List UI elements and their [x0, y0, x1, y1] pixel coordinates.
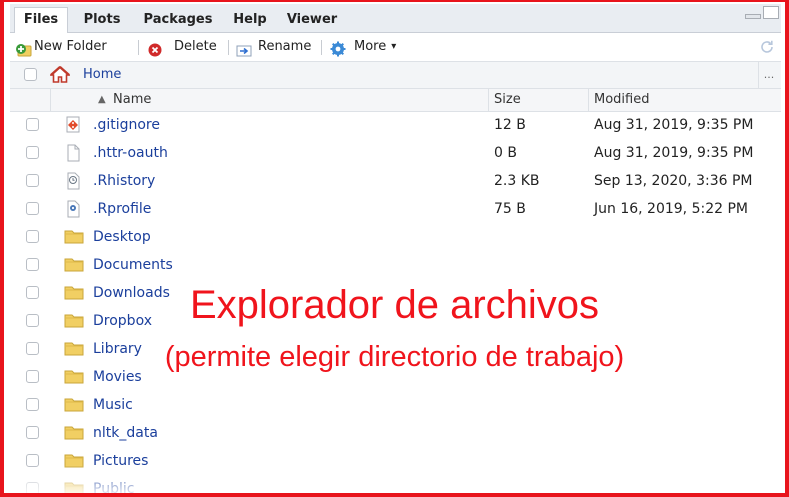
table-row[interactable]: Desktop: [10, 223, 781, 251]
git-icon: [64, 116, 82, 133]
column-divider: [588, 89, 589, 111]
more-label: More: [354, 39, 387, 54]
table-row[interactable]: Documents: [10, 251, 781, 279]
table-row[interactable]: Pictures: [10, 447, 781, 475]
column-divider: [488, 89, 489, 111]
tab-packages[interactable]: Packages: [138, 8, 218, 32]
select-all-checkbox[interactable]: [24, 68, 37, 81]
row-checkbox[interactable]: [26, 258, 39, 271]
row-checkbox[interactable]: [26, 174, 39, 187]
table-row[interactable]: Public: [10, 475, 781, 493]
file-list-header: ▲ Name Size Modified: [10, 89, 781, 112]
column-header-size[interactable]: Size: [494, 89, 521, 111]
rename-button[interactable]: Rename: [236, 33, 311, 61]
row-checkbox[interactable]: [26, 454, 39, 467]
minimize-pane-icon[interactable]: [745, 14, 761, 19]
toolbar-divider: [138, 40, 139, 55]
chevron-down-icon: ▾: [391, 41, 397, 52]
file-size: 0 B: [494, 145, 517, 161]
delete-icon: [148, 40, 162, 57]
new-folder-button[interactable]: New Folder: [16, 33, 107, 61]
home-icon[interactable]: [48, 65, 72, 87]
new-folder-label: New Folder: [34, 39, 107, 54]
tab-help[interactable]: Help: [230, 8, 270, 32]
new-folder-icon: [16, 40, 32, 57]
table-row[interactable]: Music: [10, 391, 781, 419]
file-icon: [64, 144, 82, 162]
file-modified: Jun 16, 2019, 5:22 PM: [594, 201, 748, 217]
refresh-icon[interactable]: [759, 39, 775, 59]
folder-icon: [64, 424, 84, 440]
table-row[interactable]: .Rhistory 2.3 KB Sep 13, 2020, 3:36 PM: [10, 167, 781, 195]
file-name-link[interactable]: Music: [93, 391, 133, 419]
column-divider: [50, 89, 51, 111]
tab-viewer[interactable]: Viewer: [284, 8, 340, 32]
file-name-link[interactable]: .Rprofile: [93, 195, 151, 223]
files-pane: Files Plots Packages Help Viewer New Fol…: [0, 0, 789, 497]
file-name-link[interactable]: .Rhistory: [93, 167, 155, 195]
tab-plots[interactable]: Plots: [80, 8, 124, 32]
row-checkbox[interactable]: [26, 426, 39, 439]
column-header-name[interactable]: Name: [113, 89, 151, 111]
maximize-pane-icon[interactable]: [763, 6, 779, 19]
file-name-link[interactable]: Documents: [93, 251, 173, 279]
file-name-link[interactable]: .gitignore: [93, 111, 160, 139]
annotation-subtitle: (permite elegir directorio de trabajo): [164, 341, 625, 373]
history-icon: [64, 172, 82, 190]
file-name-link[interactable]: nltk_data: [93, 419, 158, 447]
gear-icon: [330, 40, 346, 57]
folder-icon: [64, 256, 84, 272]
row-checkbox[interactable]: [26, 398, 39, 411]
file-modified: Aug 31, 2019, 9:35 PM: [594, 145, 754, 161]
row-checkbox[interactable]: [26, 146, 39, 159]
file-name-link[interactable]: Public: [93, 475, 134, 493]
file-name-link[interactable]: Desktop: [93, 223, 151, 251]
folder-icon: [64, 228, 84, 244]
row-checkbox[interactable]: [26, 482, 39, 493]
column-header-modified[interactable]: Modified: [594, 89, 649, 111]
row-checkbox[interactable]: [26, 230, 39, 243]
table-row[interactable]: .gitignore 12 B Aug 31, 2019, 9:35 PM: [10, 111, 781, 139]
file-size: 75 B: [494, 201, 526, 217]
table-row[interactable]: nltk_data: [10, 419, 781, 447]
folder-icon: [64, 480, 84, 493]
gear-file-icon: [64, 200, 82, 218]
file-modified: Aug 31, 2019, 9:35 PM: [594, 117, 754, 133]
table-row[interactable]: .httr-oauth 0 B Aug 31, 2019, 9:35 PM: [10, 139, 781, 167]
row-checkbox[interactable]: [26, 118, 39, 131]
sort-ascending-icon: ▲: [98, 94, 106, 105]
breadcrumb-home[interactable]: Home: [83, 62, 121, 88]
files-toolbar: New Folder Delete Rename More ▾: [10, 33, 781, 62]
row-checkbox[interactable]: [26, 202, 39, 215]
file-name-link[interactable]: Pictures: [93, 447, 148, 475]
file-modified: Sep 13, 2020, 3:36 PM: [594, 173, 753, 189]
file-size: 12 B: [494, 117, 526, 133]
folder-icon: [64, 396, 84, 412]
table-row[interactable]: .Rprofile 75 B Jun 16, 2019, 5:22 PM: [10, 195, 781, 223]
more-button[interactable]: More ▾: [330, 33, 396, 61]
path-overflow-button[interactable]: ...: [758, 62, 779, 88]
annotation-title: Explorador de archivos: [189, 283, 600, 327]
pane-tab-bar: Files Plots Packages Help Viewer: [10, 4, 781, 34]
toolbar-divider: [321, 40, 322, 55]
folder-icon: [64, 452, 84, 468]
delete-button[interactable]: Delete: [148, 33, 217, 61]
file-size: 2.3 KB: [494, 173, 540, 189]
breadcrumb: Home ...: [10, 62, 781, 89]
toolbar-divider: [228, 40, 229, 55]
rename-icon: [236, 40, 252, 57]
file-name-link[interactable]: .httr-oauth: [93, 139, 168, 167]
delete-label: Delete: [174, 39, 217, 54]
tab-files[interactable]: Files: [14, 7, 68, 34]
rename-label: Rename: [258, 39, 312, 54]
